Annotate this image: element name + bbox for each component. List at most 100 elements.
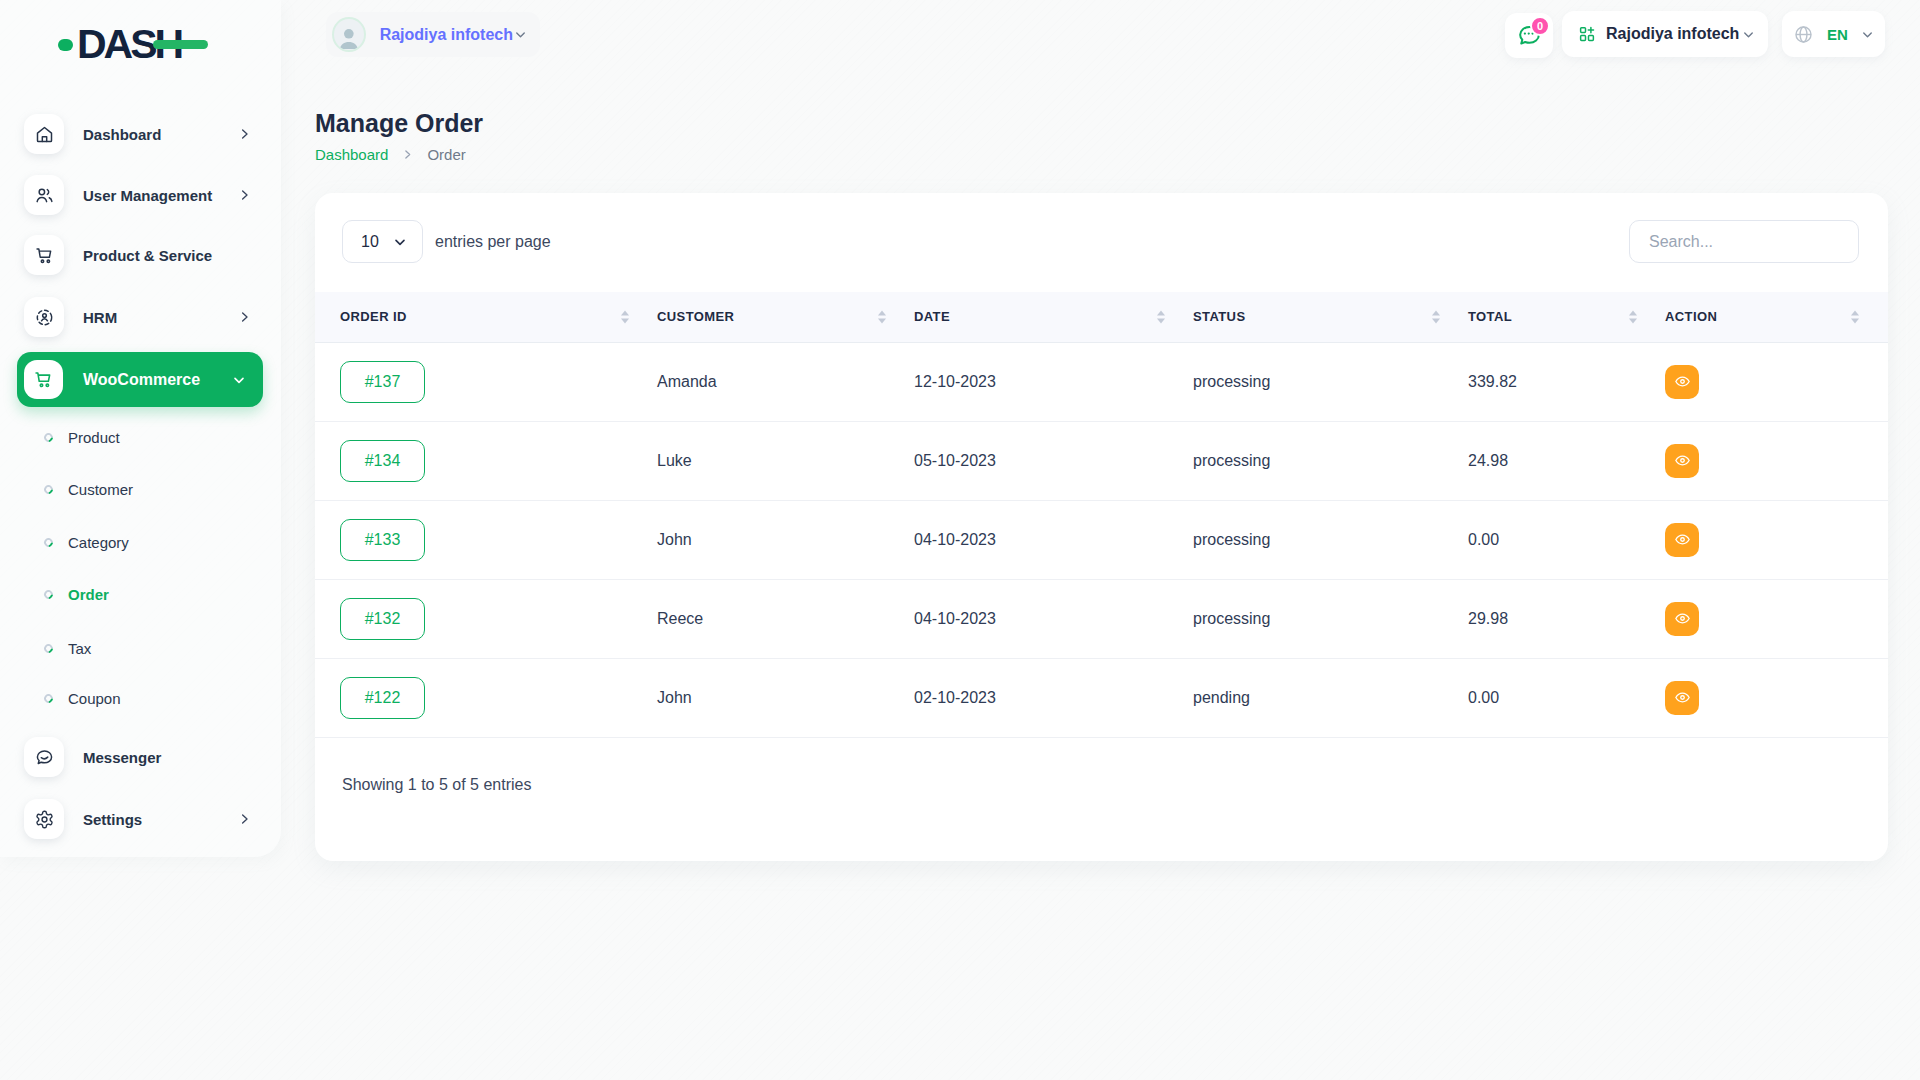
cell-status: processing: [1181, 579, 1456, 658]
order-id-badge[interactable]: #137: [340, 361, 425, 403]
sidebar-subitem-coupon[interactable]: Coupon: [0, 683, 280, 713]
bullet-icon: [42, 692, 55, 705]
sidebar-item-hrm[interactable]: HRM: [0, 297, 280, 337]
gear-icon: [24, 799, 64, 839]
chevron-right-icon: [237, 310, 252, 325]
bullet-icon: [42, 588, 55, 601]
cell-date: 12-10-2023: [902, 342, 1181, 421]
cart-icon: [24, 360, 63, 399]
company-switcher[interactable]: Rajodiya infotech: [1562, 11, 1768, 57]
sidebar-item-label: HRM: [83, 309, 117, 326]
cell-status: processing: [1181, 500, 1456, 579]
col-date[interactable]: DATE: [902, 292, 1181, 342]
workspace-switcher[interactable]: Rajodiya infotech: [326, 12, 540, 57]
sidebar-item-messenger[interactable]: Messenger: [0, 737, 280, 777]
chevron-down-icon: [1741, 27, 1756, 42]
sidebar-subitem-category[interactable]: Category: [0, 527, 280, 557]
breadcrumb: Dashboard Order: [315, 146, 466, 163]
chevron-down-icon: [513, 27, 528, 42]
workspace-name: Rajodiya infotech: [380, 26, 513, 44]
table-row: #133 John 04-10-2023 processing 0.00: [315, 500, 1888, 579]
sidebar-item-label: Dashboard: [83, 126, 161, 143]
table-header-row: ORDER ID CUSTOMER DATE STATUS TOTAL ACTI…: [315, 292, 1888, 342]
page-size-select[interactable]: 10: [342, 220, 423, 263]
view-order-button[interactable]: [1665, 681, 1699, 715]
cell-status: processing: [1181, 421, 1456, 500]
cell-customer: Luke: [645, 421, 902, 500]
logo-dash-bar: [153, 40, 208, 49]
bullet-icon: [42, 536, 55, 549]
logo-dot: [58, 39, 73, 51]
view-order-button[interactable]: [1665, 523, 1699, 557]
orders-card: 10 entries per page ORDER ID CUSTOMER DA…: [315, 193, 1888, 861]
sidebar-subitem-label: Tax: [68, 640, 91, 657]
users-icon: [24, 175, 64, 215]
sort-icon: [1629, 310, 1637, 323]
company-name: Rajodiya infotech: [1606, 25, 1739, 43]
bullet-icon: [42, 642, 55, 655]
chevron-right-icon: [401, 148, 414, 161]
sidebar-item-label: Product & Service: [83, 247, 212, 264]
cell-customer: John: [645, 500, 902, 579]
sidebar-subitem-product[interactable]: Product: [0, 422, 280, 452]
cell-status: pending: [1181, 658, 1456, 737]
sidebar-item-label: User Management: [83, 187, 212, 204]
cell-date: 04-10-2023: [902, 500, 1181, 579]
sidebar-subitem-tax[interactable]: Tax: [0, 633, 280, 663]
cell-date: 05-10-2023: [902, 421, 1181, 500]
page-size-value: 10: [361, 233, 379, 251]
sidebar-subitem-label: Order: [68, 586, 109, 603]
hrm-icon: [24, 297, 64, 337]
cell-customer: John: [645, 658, 902, 737]
language-code: EN: [1827, 26, 1848, 43]
messages-badge: 0: [1530, 16, 1550, 36]
cell-total: 0.00: [1456, 658, 1653, 737]
col-order-id[interactable]: ORDER ID: [315, 292, 645, 342]
view-order-button[interactable]: [1665, 444, 1699, 478]
messenger-icon: [24, 737, 64, 777]
sidebar-subitem-customer[interactable]: Customer: [0, 474, 280, 504]
order-id-badge[interactable]: #134: [340, 440, 425, 482]
table-summary: Showing 1 to 5 of 5 entries: [342, 776, 531, 794]
sidebar: DASH Dashboard User Management Product &…: [0, 0, 281, 857]
sort-icon: [1432, 310, 1440, 323]
sidebar-item-user-management[interactable]: User Management: [0, 175, 280, 215]
sort-icon: [878, 310, 886, 323]
cell-customer: Amanda: [645, 342, 902, 421]
sidebar-subitem-label: Product: [68, 429, 120, 446]
col-action[interactable]: ACTION: [1653, 292, 1888, 342]
sort-icon: [1157, 310, 1165, 323]
breadcrumb-dashboard-link[interactable]: Dashboard: [315, 146, 388, 163]
sidebar-item-settings[interactable]: Settings: [0, 799, 280, 839]
view-order-button[interactable]: [1665, 365, 1699, 399]
sidebar-subitem-label: Category: [68, 534, 129, 551]
col-customer[interactable]: CUSTOMER: [645, 292, 902, 342]
chevron-down-icon: [231, 372, 247, 388]
sidebar-item-dashboard[interactable]: Dashboard: [0, 114, 280, 154]
sidebar-subitem-order[interactable]: Order: [0, 579, 280, 609]
brand-logo[interactable]: DASH: [58, 22, 181, 66]
sidebar-item-woocommerce[interactable]: WooCommerce: [17, 352, 263, 407]
messages-button[interactable]: 0: [1505, 13, 1553, 58]
chevron-down-icon: [392, 234, 408, 250]
entries-per-page-label: entries per page: [435, 220, 551, 263]
bullet-icon: [42, 483, 55, 496]
col-total[interactable]: TOTAL: [1456, 292, 1653, 342]
order-id-badge[interactable]: #122: [340, 677, 425, 719]
language-selector[interactable]: EN: [1782, 11, 1885, 57]
globe-icon: [1793, 24, 1814, 45]
cart-icon: [24, 235, 64, 275]
col-status[interactable]: STATUS: [1181, 292, 1456, 342]
sidebar-item-product-service[interactable]: Product & Service: [0, 235, 280, 275]
chevron-right-icon: [237, 127, 252, 142]
search-input[interactable]: [1629, 220, 1859, 263]
order-id-badge[interactable]: #132: [340, 598, 425, 640]
chevron-right-icon: [237, 188, 252, 203]
sidebar-item-label: Messenger: [83, 749, 161, 766]
table-row: #134 Luke 05-10-2023 processing 24.98: [315, 421, 1888, 500]
table-row: #122 John 02-10-2023 pending 0.00: [315, 658, 1888, 737]
cell-total: 0.00: [1456, 500, 1653, 579]
order-id-badge[interactable]: #133: [340, 519, 425, 561]
sort-icon: [621, 310, 629, 323]
view-order-button[interactable]: [1665, 602, 1699, 636]
